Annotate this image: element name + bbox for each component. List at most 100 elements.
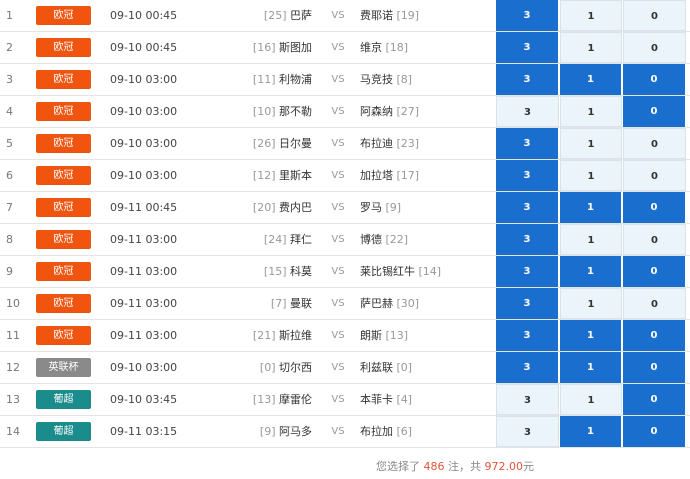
option-loss-cell[interactable]: 0 [623, 256, 686, 287]
match-time: 09-11 03:00 [110, 233, 178, 246]
match-row: 4 欧冠 09-10 03:00 [10] 那不勒 VS 阿森纳 [27] 3 1 0 [0, 96, 690, 128]
match-row: 13 葡超 09-10 03:45 [13] 摩雷伦 VS 本菲卡 [4] 3 1 0 [0, 384, 690, 416]
option-draw-cell[interactable]: 1 [560, 288, 622, 319]
option-loss-cell[interactable]: 0 [623, 320, 686, 351]
option-win-cell[interactable]: 3 [496, 352, 559, 383]
away-team: 萨巴赫 [30] [360, 288, 490, 319]
option-loss-cell[interactable]: 0 [623, 128, 686, 159]
away-team: 莱比锡红牛 [14] [360, 256, 490, 287]
home-team-name: 斯图加 [279, 41, 312, 54]
away-team-name: 维京 [360, 41, 382, 54]
home-rank: [10] [252, 105, 276, 118]
league-badge: 欧冠 [36, 294, 91, 313]
option-win-cell[interactable]: 3 [496, 224, 559, 255]
option-draw-cell[interactable]: 1 [560, 192, 622, 223]
match-time: 09-10 03:00 [110, 73, 178, 86]
vs-label: VS [331, 42, 345, 53]
option-loss-cell[interactable]: 0 [623, 224, 686, 255]
match-time: 09-11 03:00 [110, 329, 178, 342]
option-loss-cell[interactable]: 0 [623, 192, 686, 223]
option-loss-cell[interactable]: 0 [623, 160, 686, 191]
vs-label: VS [331, 362, 345, 373]
away-team: 布拉加 [6] [360, 416, 490, 447]
option-loss-cell[interactable]: 0 [623, 96, 686, 127]
away-team-name: 本菲卡 [360, 393, 393, 406]
option-draw-cell[interactable]: 1 [560, 352, 622, 383]
option-draw-cell[interactable]: 1 [560, 224, 622, 255]
home-rank: [20] [252, 201, 276, 214]
away-team-name: 博德 [360, 233, 382, 246]
option-win-cell[interactable]: 3 [496, 96, 559, 127]
option-draw-cell[interactable]: 1 [560, 160, 622, 191]
option-draw-cell[interactable]: 1 [560, 32, 622, 63]
row-index: 3 [6, 73, 13, 86]
match-row: 5 欧冠 09-10 03:00 [26] 日尔曼 VS 布拉迪 [23] 3 1 0 [0, 128, 690, 160]
vs-label: VS [331, 298, 345, 309]
match-row: 12 英联杯 09-10 03:00 [0] 切尔西 VS 利兹联 [0] 3 1 0 [0, 352, 690, 384]
option-loss-cell[interactable]: 0 [623, 352, 686, 383]
home-team-name: 巴萨 [290, 9, 312, 22]
option-loss-cell[interactable]: 0 [623, 0, 686, 31]
away-team: 加拉塔 [17] [360, 160, 490, 191]
option-draw-cell[interactable]: 1 [560, 96, 622, 127]
option-draw-cell[interactable]: 1 [560, 320, 622, 351]
option-loss-cell[interactable]: 0 [623, 64, 686, 95]
match-time: 09-11 00:45 [110, 201, 178, 214]
home-team: [24] 拜仁 [200, 224, 312, 255]
option-draw-cell[interactable]: 1 [560, 128, 622, 159]
option-win-cell[interactable]: 3 [496, 320, 559, 351]
away-team: 马竞技 [8] [360, 64, 490, 95]
match-time: 09-10 03:00 [110, 169, 178, 182]
option-win-cell[interactable]: 3 [496, 128, 559, 159]
option-loss-cell[interactable]: 0 [623, 32, 686, 63]
vs-label: VS [331, 234, 345, 245]
option-win-cell[interactable]: 3 [496, 192, 559, 223]
option-win-cell[interactable]: 3 [496, 160, 559, 191]
option-draw-cell[interactable]: 1 [560, 0, 622, 31]
row-index: 13 [6, 393, 20, 406]
vs-label: VS [331, 10, 345, 21]
vs-label: VS [331, 426, 345, 437]
option-win-cell[interactable]: 3 [496, 384, 559, 415]
away-team: 罗马 [9] [360, 192, 490, 223]
match-row: 9 欧冠 09-11 03:00 [15] 科莫 VS 莱比锡红牛 [14] 3 1 0 [0, 256, 690, 288]
option-loss-cell[interactable]: 0 [623, 288, 686, 319]
option-win-cell[interactable]: 3 [496, 64, 559, 95]
option-loss-cell[interactable]: 0 [623, 416, 686, 447]
home-team-name: 斯拉维 [279, 329, 312, 342]
league-badge: 葡超 [36, 422, 91, 441]
home-team: [16] 斯图加 [200, 32, 312, 63]
away-rank: [0] [396, 361, 413, 374]
row-index: 2 [6, 41, 13, 54]
option-win-cell[interactable]: 3 [496, 0, 559, 31]
option-loss-cell[interactable]: 0 [623, 384, 686, 415]
option-draw-cell[interactable]: 1 [560, 416, 622, 447]
league-badge: 欧冠 [36, 166, 91, 185]
row-index: 7 [6, 201, 13, 214]
home-team: [12] 里斯本 [200, 160, 312, 191]
away-team: 阿森纳 [27] [360, 96, 490, 127]
option-win-cell[interactable]: 3 [496, 416, 559, 447]
option-draw-cell[interactable]: 1 [560, 384, 622, 415]
match-row: 11 欧冠 09-11 03:00 [21] 斯拉维 VS 朗斯 [13] 3 1 0 [0, 320, 690, 352]
match-row: 7 欧冠 09-11 00:45 [20] 费内巴 VS 罗马 [9] 3 1 0 [0, 192, 690, 224]
away-team-name: 布拉加 [360, 425, 393, 438]
away-rank: [19] [396, 9, 420, 22]
away-rank: [17] [396, 169, 420, 182]
option-draw-cell[interactable]: 1 [560, 64, 622, 95]
away-team: 费耶诺 [19] [360, 0, 490, 31]
league-badge: 欧冠 [36, 326, 91, 345]
home-team-name: 利物浦 [279, 73, 312, 86]
away-rank: [8] [396, 73, 413, 86]
option-win-cell[interactable]: 3 [496, 32, 559, 63]
option-win-cell[interactable]: 3 [496, 288, 559, 319]
home-rank: [0] [259, 361, 276, 374]
home-team: [11] 利物浦 [200, 64, 312, 95]
away-rank: [18] [385, 41, 409, 54]
vs-label: VS [331, 106, 345, 117]
away-team: 本菲卡 [4] [360, 384, 490, 415]
total-amount: 972.00 [484, 460, 524, 473]
away-rank: [27] [396, 105, 420, 118]
option-win-cell[interactable]: 3 [496, 256, 559, 287]
option-draw-cell[interactable]: 1 [560, 256, 622, 287]
